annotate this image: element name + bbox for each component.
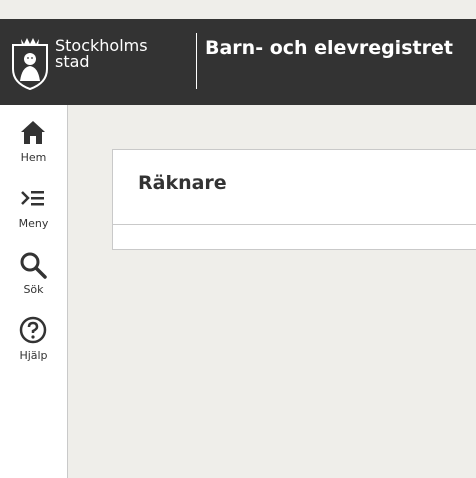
sidebar-item-home[interactable]: Hem	[0, 118, 67, 178]
sidebar-item-label: Sök	[23, 283, 44, 296]
sidebar-item-label: Hem	[20, 151, 47, 164]
search-icon	[20, 252, 47, 279]
stockholms-stad-logo[interactable]: Stockholms stad	[10, 35, 160, 91]
crown-shield-icon	[12, 38, 48, 91]
sidebar-item-menu[interactable]: Meny	[0, 184, 67, 244]
card-title: Räknare	[138, 172, 227, 194]
logo-line2: stad	[55, 52, 90, 71]
card-divider	[113, 224, 476, 225]
sidebar-item-label: Hjälp	[19, 349, 48, 362]
help-icon	[19, 316, 47, 344]
top-strip	[0, 0, 476, 19]
logo-text: Stockholms stad	[55, 38, 148, 70]
sidebar-item-label: Meny	[18, 217, 49, 230]
sidebar-item-search[interactable]: Sök	[0, 250, 67, 310]
menu-icon	[21, 191, 44, 206]
sidebar-item-help[interactable]: Hjälp	[0, 316, 67, 376]
app-header: Stockholms stad Barn- och elevregistret	[0, 19, 476, 105]
app-title[interactable]: Barn- och elevregistret	[205, 37, 453, 59]
header-divider	[196, 33, 197, 89]
counter-card: Räknare	[112, 149, 476, 250]
sidebar: Hem Meny Sök Hjälp	[0, 105, 68, 478]
home-icon	[21, 121, 45, 144]
